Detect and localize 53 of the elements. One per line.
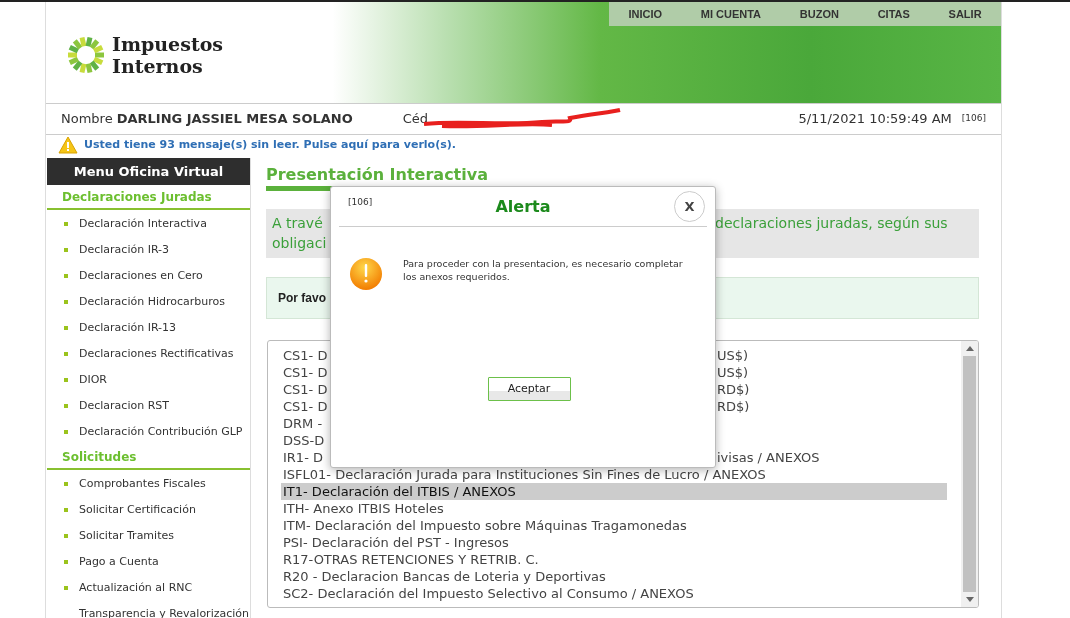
menu-item[interactable]: Comprobantes Fiscales [79, 475, 206, 493]
info-text: obligaci [272, 235, 327, 251]
info-text: declaraciones juradas, según sus [715, 214, 949, 233]
dialog-title: Alerta [495, 195, 551, 218]
close-button[interactable]: X [674, 191, 705, 222]
datetime: 5/11/2021 10:59:49 AM [798, 110, 952, 129]
menu-item[interactable]: Declaracion RST [79, 397, 169, 415]
menu-item[interactable]: Declaración Contribución GLP [79, 423, 243, 441]
name-label: Nombre [61, 110, 113, 129]
dialog-message: Para proceder con la presentacion, es necesario completar los anexos requeridos. [403, 257, 684, 284]
menu-item[interactable]: Declaración Hidrocarburos [79, 293, 225, 311]
scroll-thumb[interactable] [963, 356, 976, 592]
list-option[interactable]: PSI- Declaración del PST - Ingresos [281, 534, 947, 551]
list-option[interactable]: R20 - Declaracion Bancas de Loteria y Deportivas [281, 568, 947, 585]
down-arrow-icon[interactable] [965, 597, 974, 602]
nav-link[interactable]: BUZON [799, 5, 839, 23]
nav-link[interactable]: MI CUENTA [700, 5, 762, 23]
menu-item[interactable]: Declaración Interactiva [79, 215, 207, 233]
menu-item[interactable]: DIOR [79, 371, 107, 389]
session-code: [106] [961, 112, 986, 125]
menu-item[interactable]: Declaración IR-13 [79, 319, 177, 337]
info-text: A travé [272, 214, 324, 233]
warning-icon [58, 136, 78, 154]
menu-item[interactable]: Declaraciones Rectificativas [79, 345, 234, 363]
list-option[interactable]: ISFL01- Declaración Jurada para Instituciones Sin Fines de Lucro / ANEXOS [281, 466, 947, 483]
list-option[interactable]: ITH- Anexo ITBIS Hoteles [281, 500, 947, 517]
nav-link[interactable]: CITAS [877, 5, 910, 23]
list-option[interactable]: SC2- Declaración del Impuesto Selectivo al Consumo / ANEXOS [281, 585, 947, 602]
list-option[interactable]: ITM- Declaración del Impuesto sobre Máquinas Tragamonedas [281, 517, 947, 534]
section-heading: Declaraciones Juradas [47, 185, 250, 210]
logo-text: Impuestos Internos [112, 32, 224, 77]
id-label: Céd [402, 110, 429, 129]
menu-item[interactable]: Declaración IR-3 [79, 241, 170, 259]
up-arrow-icon[interactable] [965, 346, 974, 351]
nav-link[interactable]: SALIR [948, 5, 982, 23]
menu-item[interactable]: Actualización al RNC [79, 579, 193, 597]
scrollbar[interactable] [961, 341, 978, 607]
dialog-code: [106] [348, 196, 373, 209]
menu-title: Menu Oficina Virtual [47, 158, 250, 185]
prompt-text: Por favo [278, 290, 326, 307]
exclamation-icon [349, 257, 383, 291]
unread-messages-link[interactable]: Usted tiene 93 mensaje(s) sin leer. Pulse aquí para verlo(s). [84, 136, 456, 154]
menu-item[interactable]: Declaraciones en Cero [79, 267, 203, 285]
sun-logo-icon [66, 34, 106, 75]
list-option[interactable]: IT1- Declaración del ITBIS / ANEXOS [281, 483, 947, 500]
nav-link[interactable]: INICIO [628, 5, 662, 23]
accept-button[interactable]: Aceptar [487, 377, 571, 401]
menu-item[interactable]: Solicitar Certificación [79, 501, 196, 519]
menu-item[interactable]: Pago a Cuenta [79, 553, 159, 571]
menu-item[interactable]: Solicitar Tramites [79, 527, 174, 545]
list-option[interactable]: R17-OTRAS RETENCIONES Y RETRIB. C. [281, 551, 947, 568]
section-heading: Solicitudes [47, 445, 250, 470]
user-name: DARLING JASSIEL MESA SOLANO [116, 110, 353, 129]
